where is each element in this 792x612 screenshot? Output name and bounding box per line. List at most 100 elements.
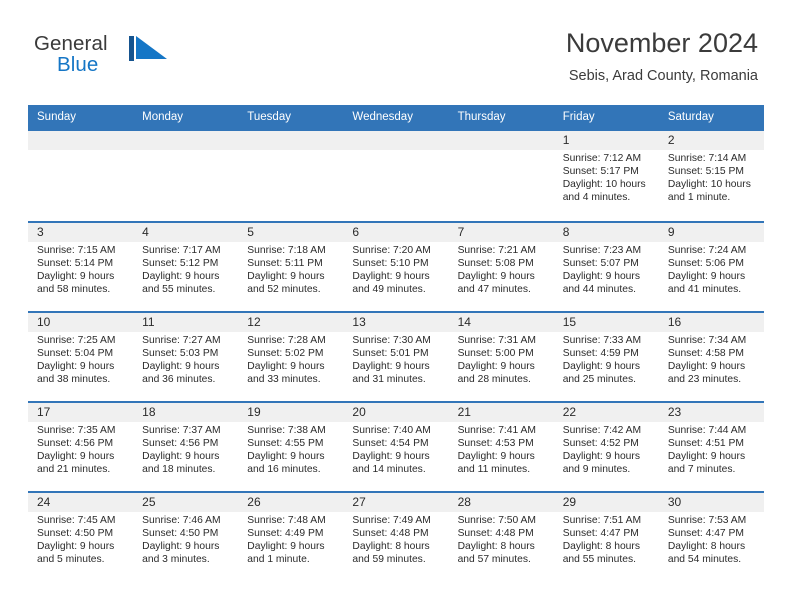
daylight-text-line1: Daylight: 8 hours xyxy=(667,540,746,552)
calendar-day-cell[interactable]: 10 Sunrise: 7:25 AM Sunset: 5:04 PM Dayligh… xyxy=(28,313,133,401)
calendar-day-cell[interactable]: 28 Sunrise: 7:50 AM Sunset: 4:48 PM Dayligh… xyxy=(449,493,554,581)
sunset-text: Sunset: 4:53 PM xyxy=(457,437,534,449)
weekday-header-monday: Monday xyxy=(142,111,184,123)
calendar-day-cell[interactable]: 5 Sunrise: 7:18 AM Sunset: 5:11 PM Daylight… xyxy=(238,223,343,311)
day-number: 23 xyxy=(667,404,682,419)
weekday-header-thursday: Thursday xyxy=(457,111,506,123)
day-number: 7 xyxy=(457,224,465,239)
calendar-day-cell[interactable]: 23 Sunrise: 7:44 AM Sunset: 4:51 PM Dayligh… xyxy=(659,403,764,491)
daylight-text-line2: and 38 minutes. xyxy=(37,374,111,386)
day-number: 11 xyxy=(142,314,155,329)
calendar-day-cell[interactable]: 11 Sunrise: 7:27 AM Sunset: 5:03 PM Dayligh… xyxy=(133,313,238,401)
sunrise-text: Sunrise: 7:31 AM xyxy=(457,334,536,346)
calendar-day-cell[interactable]: 3 Sunrise: 7:15 AM Sunset: 5:14 PM Daylight… xyxy=(28,223,133,311)
calendar-day-cell[interactable]: 1 Sunrise: 7:12 AM Sunset: 5:17 PM Daylight… xyxy=(554,131,659,221)
day-number: 10 xyxy=(37,314,51,329)
daylight-text-line1: Daylight: 9 hours xyxy=(37,270,115,282)
day-cells: 1 Sunrise: 7:12 AM Sunset: 5:17 PM Daylight… xyxy=(28,131,764,221)
day-sun-info: Sunrise: 7:53 AM Sunset: 4:47 PM Daylight:… xyxy=(668,514,758,567)
calendar-week-row: 3 Sunrise: 7:15 AM Sunset: 5:14 PM Daylight… xyxy=(28,220,764,311)
day-number xyxy=(352,131,442,150)
day-sun-info: Sunrise: 7:18 AM Sunset: 5:11 PM Daylight:… xyxy=(247,244,337,297)
daylight-text-line1: Daylight: 10 hours xyxy=(667,178,751,190)
sunrise-text: Sunrise: 7:18 AM xyxy=(247,244,326,256)
day-sun-info: Sunrise: 7:51 AM Sunset: 4:47 PM Daylight:… xyxy=(563,514,653,567)
daylight-text-line2: and 21 minutes. xyxy=(37,464,111,476)
daylight-text-line2: and 59 minutes. xyxy=(352,554,426,566)
daylight-text-line1: Daylight: 9 hours xyxy=(352,270,430,282)
calendar-day-cell[interactable]: 25 Sunrise: 7:46 AM Sunset: 4:50 PM Dayligh… xyxy=(133,493,238,581)
calendar-day-cell[interactable]: 16 Sunrise: 7:34 AM Sunset: 4:58 PM Dayligh… xyxy=(659,313,764,401)
sunset-text: Sunset: 5:06 PM xyxy=(667,257,744,269)
daylight-text-line1: Daylight: 8 hours xyxy=(562,540,640,552)
sunrise-text: Sunrise: 7:27 AM xyxy=(142,334,221,346)
calendar-day-cell[interactable]: 30 Sunrise: 7:53 AM Sunset: 4:47 PM Dayligh… xyxy=(659,493,764,581)
calendar-day-cell[interactable]: 21 Sunrise: 7:41 AM Sunset: 4:53 PM Dayligh… xyxy=(449,403,554,491)
daylight-text-line1: Daylight: 9 hours xyxy=(667,450,746,462)
calendar-day-cell[interactable]: 7 Sunrise: 7:21 AM Sunset: 5:08 PM Daylight… xyxy=(449,223,554,311)
sunrise-text: Sunrise: 7:15 AM xyxy=(37,244,116,256)
sunset-text: Sunset: 5:03 PM xyxy=(142,347,219,359)
calendar-day-cell[interactable]: 27 Sunrise: 7:49 AM Sunset: 4:48 PM Dayligh… xyxy=(343,493,448,581)
calendar-week-row: 1 Sunrise: 7:12 AM Sunset: 5:17 PM Daylight… xyxy=(28,130,764,221)
day-number: 26 xyxy=(247,494,261,509)
day-sun-info: Sunrise: 7:23 AM Sunset: 5:07 PM Daylight:… xyxy=(563,244,653,297)
day-cells: 17 Sunrise: 7:35 AM Sunset: 4:56 PM Dayligh… xyxy=(28,403,764,491)
calendar-day-cell[interactable]: 8 Sunrise: 7:23 AM Sunset: 5:07 PM Daylight… xyxy=(554,223,659,311)
daylight-text-line2: and 44 minutes. xyxy=(562,284,636,296)
calendar-day-cell[interactable]: 12 Sunrise: 7:28 AM Sunset: 5:02 PM Dayligh… xyxy=(238,313,343,401)
brand-name-blue: Blue xyxy=(57,53,99,76)
daylight-text-line2: and 47 minutes. xyxy=(457,284,531,296)
calendar-day-cell[interactable]: 26 Sunrise: 7:48 AM Sunset: 4:49 PM Dayligh… xyxy=(238,493,343,581)
title-block: November 2024 Sebis, Arad County, Romani… xyxy=(566,28,758,84)
calendar-day-cell[interactable]: 29 Sunrise: 7:51 AM Sunset: 4:47 PM Dayligh… xyxy=(554,493,659,581)
calendar-grid: Sunday Monday Tuesday Wednesday Thursday… xyxy=(28,105,764,581)
day-sun-info: Sunrise: 7:50 AM Sunset: 4:48 PM Daylight:… xyxy=(458,514,548,567)
page-subtitle: Sebis, Arad County, Romania xyxy=(568,68,758,85)
calendar-week-row: 10 Sunrise: 7:25 AM Sunset: 5:04 PM Dayligh… xyxy=(28,310,764,401)
daylight-text-line2: and 9 minutes. xyxy=(562,464,631,476)
day-number xyxy=(37,131,127,150)
day-sun-info: Sunrise: 7:48 AM Sunset: 4:49 PM Daylight:… xyxy=(247,514,337,567)
calendar-day-cell[interactable]: 13 Sunrise: 7:30 AM Sunset: 5:01 PM Dayligh… xyxy=(343,313,448,401)
calendar-day-cell[interactable]: 20 Sunrise: 7:40 AM Sunset: 4:54 PM Dayligh… xyxy=(343,403,448,491)
sunrise-text: Sunrise: 7:49 AM xyxy=(352,514,431,526)
day-sun-info: Sunrise: 7:41 AM Sunset: 4:53 PM Daylight:… xyxy=(458,424,548,477)
day-number: 15 xyxy=(562,314,577,329)
daylight-text-line2: and 11 minutes. xyxy=(457,464,531,476)
sunrise-text: Sunrise: 7:38 AM xyxy=(247,424,326,436)
daylight-text-line1: Daylight: 9 hours xyxy=(142,540,220,552)
day-sun-info: Sunrise: 7:46 AM Sunset: 4:50 PM Daylight:… xyxy=(142,514,232,567)
day-sun-info: Sunrise: 7:17 AM Sunset: 5:12 PM Daylight:… xyxy=(142,244,232,297)
calendar-day-cell[interactable]: 14 Sunrise: 7:31 AM Sunset: 5:00 PM Dayligh… xyxy=(449,313,554,401)
calendar-day-cell[interactable]: 24 Sunrise: 7:45 AM Sunset: 4:50 PM Dayligh… xyxy=(28,493,133,581)
brand-logo[interactable]: General Blue xyxy=(34,33,214,86)
day-sun-info: Sunrise: 7:24 AM Sunset: 5:06 PM Daylight:… xyxy=(668,244,758,297)
calendar-day-cell[interactable]: 18 Sunrise: 7:37 AM Sunset: 4:56 PM Dayligh… xyxy=(133,403,238,491)
calendar-day-cell[interactable]: 15 Sunrise: 7:33 AM Sunset: 4:59 PM Dayligh… xyxy=(554,313,659,401)
day-sun-info: Sunrise: 7:15 AM Sunset: 5:14 PM Daylight:… xyxy=(37,244,127,297)
calendar-day-cell[interactable]: 9 Sunrise: 7:24 AM Sunset: 5:06 PM Daylight… xyxy=(659,223,764,311)
calendar-day-cell[interactable]: 17 Sunrise: 7:35 AM Sunset: 4:56 PM Dayligh… xyxy=(28,403,133,491)
calendar-day-cell[interactable]: 22 Sunrise: 7:42 AM Sunset: 4:52 PM Dayligh… xyxy=(554,403,659,491)
daylight-text-line1: Daylight: 9 hours xyxy=(562,270,640,282)
day-sun-info: Sunrise: 7:45 AM Sunset: 4:50 PM Daylight:… xyxy=(37,514,127,567)
day-number xyxy=(247,131,337,150)
calendar-day-cell[interactable]: 4 Sunrise: 7:17 AM Sunset: 5:12 PM Daylight… xyxy=(133,223,238,311)
sunset-text: Sunset: 4:48 PM xyxy=(352,527,429,539)
daylight-text-line2: and 41 minutes. xyxy=(667,284,742,296)
sunrise-text: Sunrise: 7:44 AM xyxy=(667,424,747,436)
day-number xyxy=(458,131,548,150)
sunrise-text: Sunrise: 7:12 AM xyxy=(562,152,642,164)
day-number: 27 xyxy=(352,494,366,509)
day-sun-info: Sunrise: 7:40 AM Sunset: 4:54 PM Daylight:… xyxy=(352,424,442,477)
calendar-day-cell[interactable]: 6 Sunrise: 7:20 AM Sunset: 5:10 PM Daylight… xyxy=(343,223,448,311)
day-sun-info: Sunrise: 7:28 AM Sunset: 5:02 PM Daylight:… xyxy=(247,334,337,387)
day-number: 2 xyxy=(667,132,675,147)
calendar-day-cell[interactable]: 19 Sunrise: 7:38 AM Sunset: 4:55 PM Dayligh… xyxy=(238,403,343,491)
daylight-text-line2: and 5 minutes. xyxy=(37,554,105,566)
daylight-text-line1: Daylight: 9 hours xyxy=(247,450,325,462)
day-number: 3 xyxy=(37,224,44,239)
calendar-day-cell[interactable]: 2 Sunrise: 7:14 AM Sunset: 5:15 PM Daylight… xyxy=(659,131,764,221)
weekday-header-row: Sunday Monday Tuesday Wednesday Thursday… xyxy=(28,105,764,131)
